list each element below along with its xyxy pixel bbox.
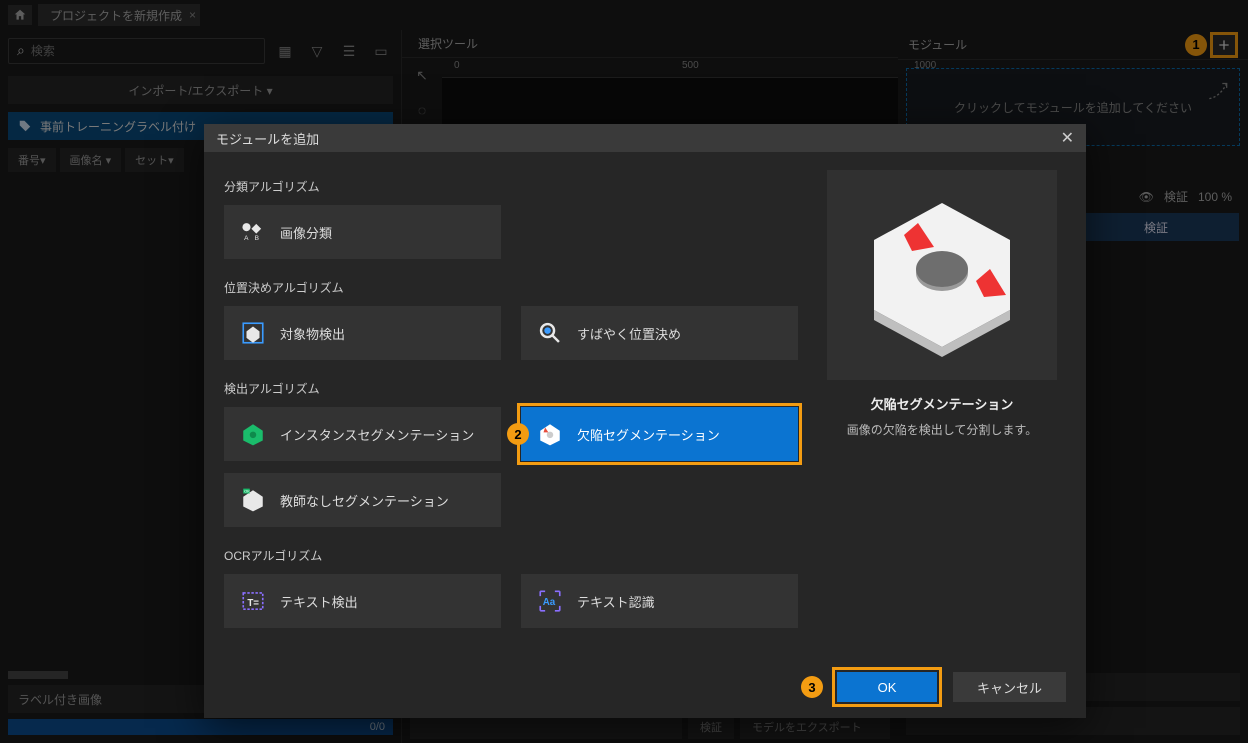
category-locate: 位置決めアルゴリズム — [224, 279, 798, 296]
option-instance-segmentation-label: インスタンスセグメンテーション — [280, 425, 474, 444]
option-defect-segmentation-label: 欠陥セグメンテーション — [577, 425, 720, 444]
text-detect-icon: T= — [240, 588, 266, 614]
option-text-detection-label: テキスト検出 — [280, 592, 358, 611]
option-image-classification[interactable]: AB 画像分類 — [224, 205, 501, 259]
category-classify: 分類アルゴリズム — [224, 178, 798, 195]
svg-text:B: B — [255, 235, 259, 242]
svg-text:OK: OK — [244, 489, 250, 494]
category-detect: 検出アルゴリズム — [224, 380, 798, 397]
category-ocr: OCRアルゴリズム — [224, 547, 798, 564]
preview-description: 画像の欠陥を検出して分割します。 — [847, 421, 1037, 438]
option-quick-locate[interactable]: すばやく位置決め — [521, 306, 798, 360]
option-text-recognition[interactable]: Aa テキスト認識 — [521, 574, 798, 628]
option-instance-segmentation[interactable]: インスタンスセグメンテーション — [224, 407, 501, 461]
option-unsupervised-segmentation-label: 教師なしセグメンテーション — [280, 491, 449, 510]
unsup-seg-icon: OK — [240, 487, 266, 513]
instance-seg-icon — [240, 421, 266, 447]
option-defect-segmentation[interactable]: 欠陥セグメンテーション — [521, 407, 798, 461]
dialog-footer: 3 OK キャンセル — [204, 656, 1086, 718]
option-object-detection-label: 対象物検出 — [280, 324, 345, 343]
option-text-recognition-label: テキスト認識 — [577, 592, 655, 611]
add-module-dialog: モジュールを追加 ✕ 分類アルゴリズム AB 画像分類 位置決めアルゴリズム — [204, 124, 1086, 718]
preview-image — [827, 170, 1057, 380]
object-detect-icon — [240, 320, 266, 346]
svg-text:Aa: Aa — [543, 597, 556, 608]
preview-panel: 欠陥セグメンテーション 画像の欠陥を検出して分割します。 — [818, 170, 1066, 656]
option-text-detection[interactable]: T= テキスト検出 — [224, 574, 501, 628]
cancel-button[interactable]: キャンセル — [953, 672, 1066, 702]
option-image-classification-label: 画像分類 — [280, 223, 332, 242]
defect-seg-icon — [537, 421, 563, 447]
callout-badge-2: 2 — [507, 423, 529, 445]
svg-text:T=: T= — [247, 598, 259, 609]
quick-locate-icon — [537, 320, 563, 346]
modal-overlay: モジュールを追加 ✕ 分類アルゴリズム AB 画像分類 位置決めアルゴリズム — [0, 0, 1248, 743]
ok-button[interactable]: OK — [837, 672, 937, 702]
dialog-close-button[interactable]: ✕ — [1061, 128, 1074, 148]
option-object-detection[interactable]: 対象物検出 — [224, 306, 501, 360]
callout-badge-3: 3 — [801, 676, 823, 698]
text-recog-icon: Aa — [537, 588, 563, 614]
option-unsupervised-segmentation[interactable]: OK 教師なしセグメンテーション — [224, 473, 501, 527]
image-classify-icon: AB — [240, 219, 266, 245]
option-quick-locate-label: すばやく位置決め — [577, 324, 681, 343]
preview-title: 欠陥セグメンテーション — [871, 394, 1014, 413]
dialog-header[interactable]: モジュールを追加 ✕ — [204, 124, 1086, 152]
svg-text:A: A — [244, 235, 249, 242]
dialog-title: モジュールを追加 — [216, 129, 319, 148]
